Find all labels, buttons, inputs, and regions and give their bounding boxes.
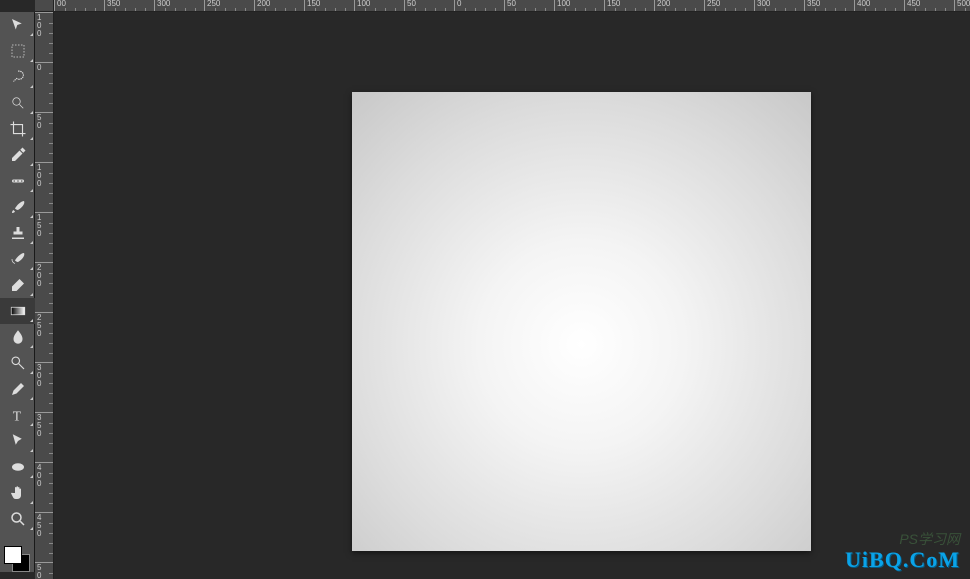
- document-canvas[interactable]: [352, 92, 811, 551]
- canvas-area[interactable]: [54, 12, 970, 579]
- healing-brush-tool[interactable]: [0, 168, 35, 194]
- path-select-tool[interactable]: [0, 428, 35, 454]
- ruler-vertical: 100050100150200250300350400450500550600: [35, 12, 54, 579]
- shape-tool[interactable]: [0, 454, 35, 480]
- eraser-tool[interactable]: [0, 272, 35, 298]
- brush-tool[interactable]: [0, 194, 35, 220]
- quick-select-tool[interactable]: [0, 90, 35, 116]
- eyedropper-tool[interactable]: [0, 142, 35, 168]
- blur-tool[interactable]: [0, 324, 35, 350]
- stamp-tool[interactable]: [0, 220, 35, 246]
- ruler-corner: [35, 0, 54, 12]
- watermark-main: UiBQ.CoM: [845, 547, 960, 573]
- svg-text:T: T: [12, 408, 21, 423]
- toolbox: T: [0, 12, 35, 572]
- marquee-tool[interactable]: [0, 38, 35, 64]
- gradient-tool[interactable]: [0, 298, 35, 324]
- pen-tool[interactable]: [0, 376, 35, 402]
- lasso-tool[interactable]: [0, 64, 35, 90]
- history-brush-tool[interactable]: [0, 246, 35, 272]
- type-tool[interactable]: T: [0, 402, 35, 428]
- watermark-secondary: PS学习网: [899, 529, 960, 549]
- color-swatches[interactable]: [0, 542, 35, 572]
- zoom-tool[interactable]: [0, 506, 35, 532]
- ruler-horizontal: 0035030025020015010050050100150200250300…: [54, 0, 970, 12]
- foreground-swatch[interactable]: [4, 546, 22, 564]
- hand-tool[interactable]: [0, 480, 35, 506]
- crop-tool[interactable]: [0, 116, 35, 142]
- move-tool[interactable]: [0, 12, 35, 38]
- swap-colors[interactable]: [0, 532, 35, 542]
- dodge-tool[interactable]: [0, 350, 35, 376]
